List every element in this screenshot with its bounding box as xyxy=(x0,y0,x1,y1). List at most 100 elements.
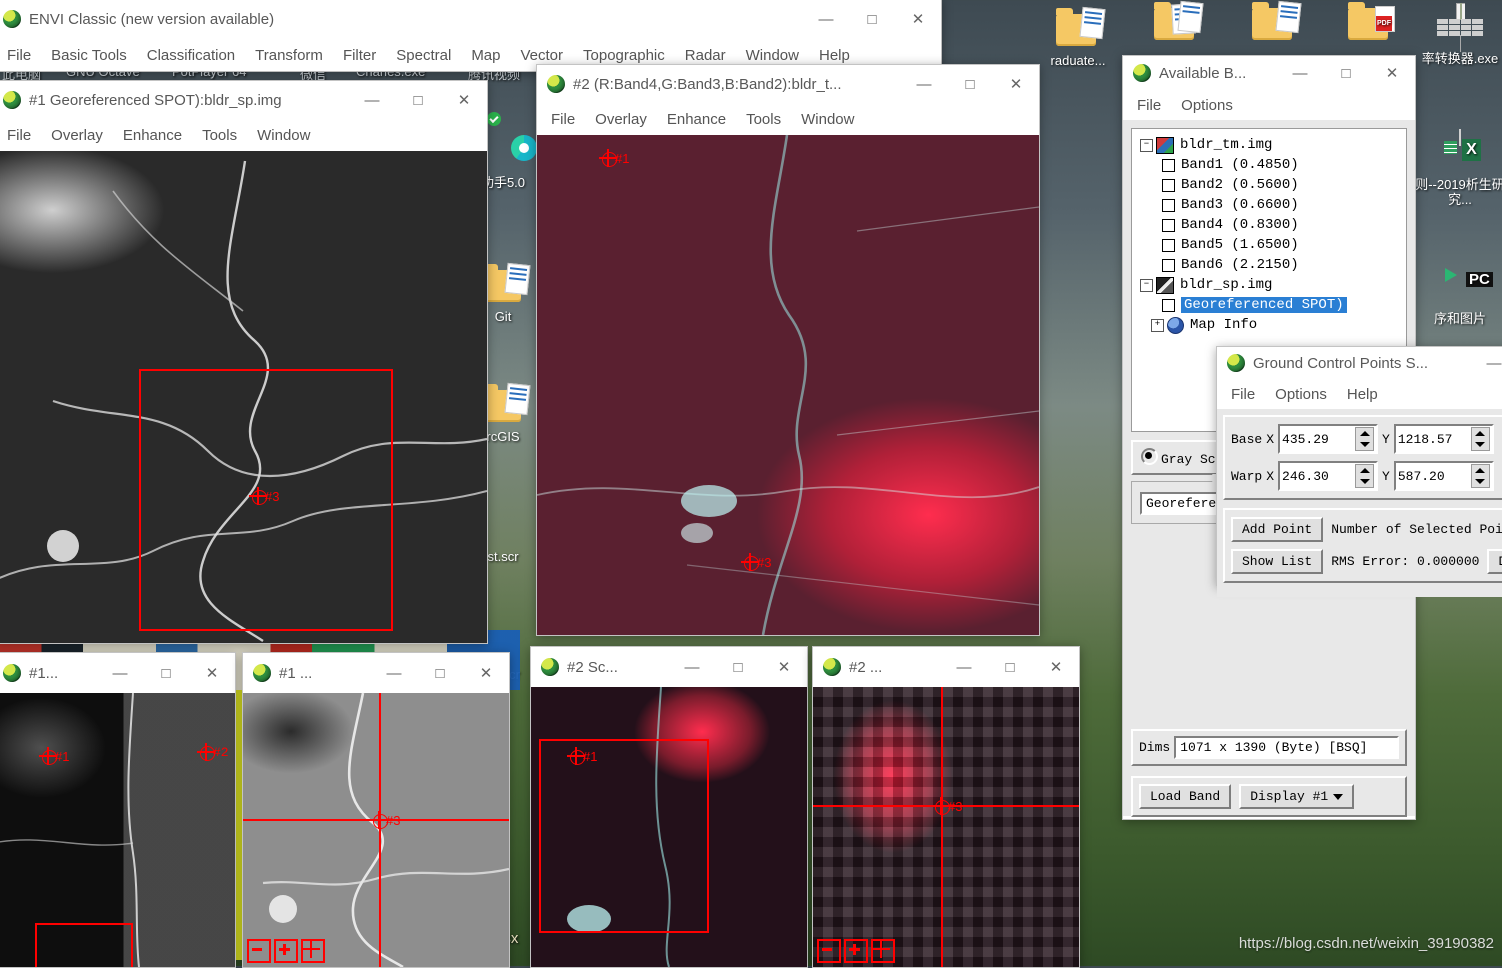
add-point-button[interactable]: Add Point xyxy=(1231,517,1324,542)
menu-help[interactable]: Help xyxy=(1337,384,1388,405)
tree-node-file[interactable]: − bldr_sp.img xyxy=(1136,275,1406,295)
maximize-icon[interactable]: □ xyxy=(143,658,189,688)
desktop-icon-ppt-folder[interactable]: 序和图片 xyxy=(1412,264,1502,326)
maximize-icon[interactable]: □ xyxy=(947,69,993,99)
menu-classification[interactable]: Classification xyxy=(137,45,245,66)
warp-x-stepper[interactable] xyxy=(1355,464,1375,488)
window1-image-canvas[interactable]: #3 xyxy=(0,151,487,643)
warp-y-field[interactable]: 587.20 xyxy=(1393,461,1494,491)
scroll1-image-canvas[interactable]: #1 #2 xyxy=(0,693,235,967)
menu-options[interactable]: Options xyxy=(1171,95,1243,116)
tree-node-band[interactable]: Band6 (2.2150) xyxy=(1136,255,1406,275)
gcp-window[interactable]: Ground Control Points S... — File Option… xyxy=(1216,346,1502,597)
close-icon[interactable]: ✕ xyxy=(1369,58,1415,88)
close-icon[interactable]: ✕ xyxy=(895,4,941,34)
menu-overlay[interactable]: Overlay xyxy=(585,109,657,130)
zoom-out-icon[interactable] xyxy=(247,939,271,963)
minimize-icon[interactable]: — xyxy=(901,69,947,99)
zoom-extent-icon[interactable] xyxy=(301,939,325,963)
tree-node-band[interactable]: Band5 (1.6500) xyxy=(1136,235,1406,255)
desktop-icon-excel[interactable]: 则--2019析生研究... xyxy=(1412,129,1502,207)
menu-file[interactable]: File xyxy=(0,125,41,146)
menu-overlay[interactable]: Overlay xyxy=(41,125,113,146)
menu-file[interactable]: File xyxy=(1221,384,1265,405)
warp-x-field[interactable]: 246.30 xyxy=(1278,461,1379,491)
menu-vector[interactable]: Vector xyxy=(511,45,574,66)
menu-spectral[interactable]: Spectral xyxy=(386,45,461,66)
minimize-icon[interactable]: — xyxy=(669,652,715,682)
desktop-icon-folder-docs-3[interactable] xyxy=(1226,0,1322,47)
envi-main-window[interactable]: ENVI Classic (new version available) — □… xyxy=(0,0,942,72)
close-icon[interactable]: ✕ xyxy=(1033,652,1079,682)
image-window-2[interactable]: #2 (R:Band4,G:Band3,B:Band2):bldr_t... —… xyxy=(536,64,1040,636)
load-band-button[interactable]: Load Band xyxy=(1139,784,1232,809)
menu-radar[interactable]: Radar xyxy=(675,45,736,66)
maximize-icon[interactable]: □ xyxy=(849,4,895,34)
menu-basic-tools[interactable]: Basic Tools xyxy=(41,45,137,66)
desktop-icon-calculator[interactable]: 率转换器.exe xyxy=(1412,3,1502,66)
tree-node-band[interactable]: Band2 (0.5600) xyxy=(1136,175,1406,195)
tree-node-mapinfo[interactable]: + Map Info xyxy=(1136,315,1406,335)
zoom-window-2[interactable]: #2 ... — □ ✕ #3 xyxy=(812,646,1080,968)
scroll2-image-canvas[interactable]: #1 xyxy=(531,687,807,967)
band-checkbox[interactable] xyxy=(1162,258,1175,272)
close-icon[interactable]: ✕ xyxy=(761,652,807,682)
bands-menubar[interactable]: File Options xyxy=(1123,90,1415,120)
menu-tools[interactable]: Tools xyxy=(736,109,791,130)
maximize-icon[interactable]: □ xyxy=(417,658,463,688)
close-icon[interactable]: ✕ xyxy=(441,85,487,115)
menu-transform[interactable]: Transform xyxy=(245,45,333,66)
zoom2-zoom-controls[interactable] xyxy=(817,939,895,963)
maximize-icon[interactable]: □ xyxy=(1323,58,1369,88)
minimize-icon[interactable]: — xyxy=(349,85,395,115)
menu-filter[interactable]: Filter xyxy=(333,45,386,66)
show-list-button[interactable]: Show List xyxy=(1231,549,1324,574)
display-select[interactable]: Display #1 xyxy=(1239,784,1355,809)
maximize-icon[interactable]: □ xyxy=(987,652,1033,682)
minimize-icon[interactable]: — xyxy=(371,658,417,688)
zoom1-image-canvas[interactable]: #3 xyxy=(243,693,509,967)
menu-tools[interactable]: Tools xyxy=(192,125,247,146)
collapse-icon[interactable]: − xyxy=(1140,138,1153,152)
band-checkbox[interactable] xyxy=(1162,198,1175,212)
zoom-in-icon[interactable] xyxy=(844,939,868,963)
minimize-icon[interactable]: — xyxy=(941,652,987,682)
zoom-in-icon[interactable] xyxy=(274,939,298,963)
maximize-icon[interactable]: □ xyxy=(395,85,441,115)
menu-file[interactable]: File xyxy=(0,45,41,66)
tree-node-file[interactable]: − bldr_tm.img xyxy=(1136,135,1406,155)
band-checkbox[interactable] xyxy=(1162,298,1175,312)
band-checkbox[interactable] xyxy=(1162,238,1175,252)
band-checkbox[interactable] xyxy=(1162,158,1175,172)
base-x-stepper[interactable] xyxy=(1355,427,1375,451)
base-x-field[interactable]: 435.29 xyxy=(1278,424,1379,454)
base-y-stepper[interactable] xyxy=(1470,427,1490,451)
menu-enhance[interactable]: Enhance xyxy=(113,125,192,146)
window2-image-canvas[interactable]: #1 #3 xyxy=(537,135,1039,635)
collapse-icon[interactable]: − xyxy=(1140,278,1153,292)
desktop-icon-folder-pdf[interactable]: PDF xyxy=(1322,0,1418,47)
menu-window[interactable]: Window xyxy=(791,109,864,130)
radio-icon[interactable] xyxy=(1141,448,1158,465)
window1-menubar[interactable]: File Overlay Enhance Tools Window xyxy=(0,119,487,151)
menu-window[interactable]: Window xyxy=(247,125,320,146)
warp-y-stepper[interactable] xyxy=(1470,464,1490,488)
close-icon[interactable]: ✕ xyxy=(993,69,1039,99)
menu-map[interactable]: Map xyxy=(461,45,510,66)
maximize-icon[interactable]: □ xyxy=(715,652,761,682)
menu-file[interactable]: File xyxy=(1127,95,1171,116)
tree-node-band-selected[interactable]: Georeferenced SPOT) xyxy=(1136,295,1406,315)
scroll2-roi-box[interactable] xyxy=(539,739,709,933)
zoom-window-1[interactable]: #1 ... — □ ✕ #3 xyxy=(242,652,510,968)
zoom-extent-icon[interactable] xyxy=(871,939,895,963)
menu-help[interactable]: Help xyxy=(809,45,860,66)
delete-button[interactable]: Dele xyxy=(1487,549,1502,574)
scroll-window-2[interactable]: #2 Sc... — □ ✕ #1 xyxy=(530,646,808,968)
tree-node-band[interactable]: Band1 (0.4850) xyxy=(1136,155,1406,175)
close-icon[interactable]: ✕ xyxy=(189,658,235,688)
menu-topographic[interactable]: Topographic xyxy=(573,45,675,66)
menu-enhance[interactable]: Enhance xyxy=(657,109,736,130)
close-icon[interactable]: ✕ xyxy=(463,658,509,688)
menu-window[interactable]: Window xyxy=(736,45,809,66)
band-checkbox[interactable] xyxy=(1162,178,1175,192)
